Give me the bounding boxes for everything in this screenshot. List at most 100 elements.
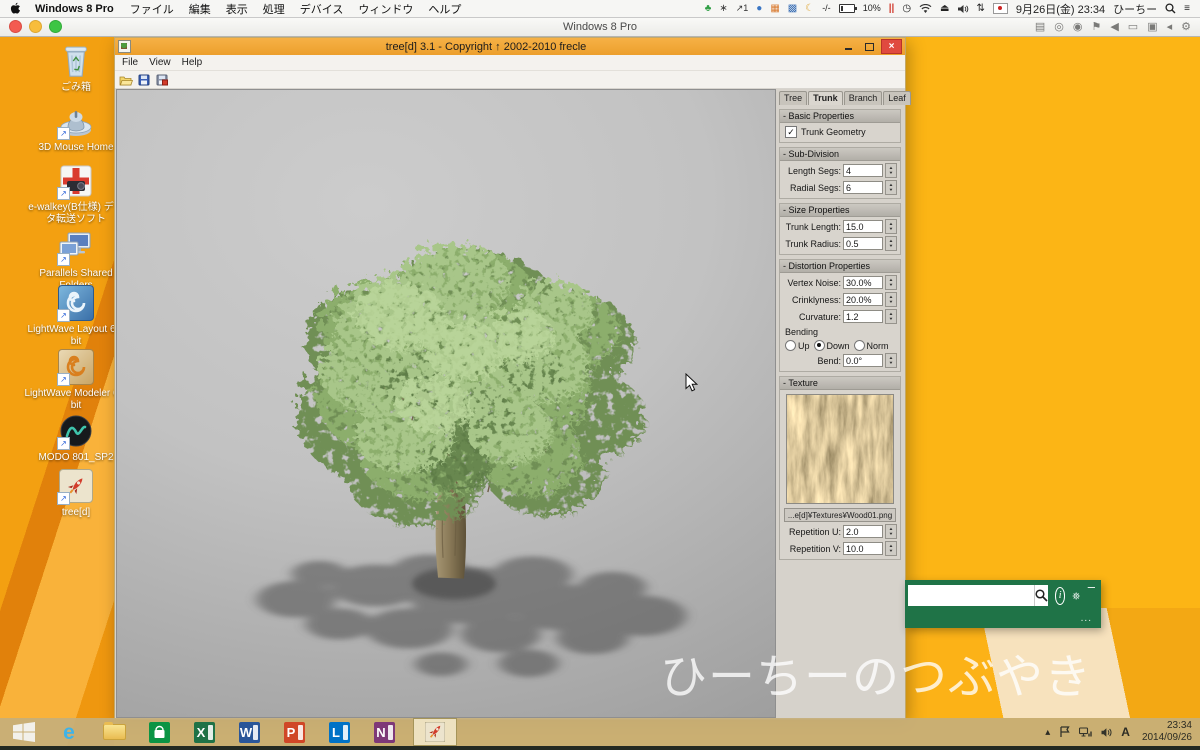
curvature-input[interactable]: 1.2 bbox=[843, 310, 883, 323]
activity-chart-icon[interactable]: ↗1 bbox=[736, 4, 749, 13]
ime-indicator[interactable]: A bbox=[1121, 725, 1130, 739]
battery-icon[interactable] bbox=[839, 4, 855, 13]
desktop-icon-3d-mouse-home[interactable]: ↗ 3D Mouse Home bbox=[24, 102, 128, 154]
desktop-icon-e-walkey[interactable]: ↗ e-walkey(B仕様) データ転送ソフト bbox=[24, 162, 128, 226]
open-file-button[interactable] bbox=[119, 73, 133, 86]
search-button[interactable] bbox=[1034, 585, 1048, 606]
length-segs-spinner[interactable]: ▲▼ bbox=[885, 163, 897, 178]
mac-menu-view[interactable]: 表示 bbox=[226, 1, 248, 17]
wifi-icon[interactable] bbox=[919, 4, 932, 14]
taskbar-excel[interactable]: X bbox=[188, 719, 220, 745]
screenshot-icon[interactable]: ▣ bbox=[1147, 20, 1157, 33]
moon-icon[interactable]: ☾ bbox=[805, 4, 814, 14]
bending-norm-radio[interactable] bbox=[854, 340, 865, 351]
back-icon[interactable]: ◂ bbox=[1167, 20, 1173, 33]
taskbar-word[interactable]: W bbox=[233, 719, 265, 745]
green-app-status-icon[interactable]: ♣ bbox=[705, 4, 712, 14]
mac-user-menu[interactable]: ひーちー bbox=[1113, 1, 1157, 17]
notification-center-icon[interactable]: ≡ bbox=[1184, 4, 1190, 14]
section-header[interactable]: - Basic Properties bbox=[780, 110, 900, 123]
trunk-radius-spinner[interactable]: ▲▼ bbox=[885, 236, 897, 251]
network-icon[interactable] bbox=[1079, 727, 1092, 738]
taskbar-treed-active[interactable] bbox=[413, 718, 457, 746]
taskbar-powerpoint[interactable]: P bbox=[278, 719, 310, 745]
spotlight-icon[interactable] bbox=[1165, 3, 1176, 14]
keyboard-icon[interactable]: ▤ bbox=[1035, 20, 1045, 33]
window-titlebar[interactable]: tree[d] 3.1 - Copyright ↑ 2002-2010 frec… bbox=[115, 38, 905, 55]
gear-icon[interactable]: ⚙ bbox=[1181, 20, 1191, 33]
mac-menu-edit[interactable]: 編集 bbox=[189, 1, 211, 17]
trunk-length-spinner[interactable]: ▲▼ bbox=[885, 219, 897, 234]
trunk-radius-input[interactable]: 0.5 bbox=[843, 237, 883, 250]
section-header[interactable]: - Size Properties bbox=[780, 204, 900, 217]
desktop-icon-parallels-shared-folders[interactable]: ↗ Parallels Shared Folders bbox=[24, 228, 128, 292]
length-segs-input[interactable]: 4 bbox=[843, 164, 883, 177]
widget-more-button[interactable]: ... bbox=[1081, 614, 1092, 624]
microphone-icon[interactable]: ◎ bbox=[1054, 20, 1064, 33]
repetition-u-input[interactable]: 2.0 bbox=[843, 525, 883, 538]
display-icon[interactable]: ▭ bbox=[1128, 20, 1138, 33]
crinklyness-input[interactable]: 20.0% bbox=[843, 293, 883, 306]
menu-help[interactable]: Help bbox=[182, 57, 203, 68]
cd-icon[interactable]: ◉ bbox=[1073, 20, 1083, 33]
mac-menu-window[interactable]: ウィンドウ bbox=[358, 1, 413, 17]
mac-menu-actions[interactable]: 処理 bbox=[263, 1, 285, 17]
blue-app-icon[interactable]: ▩ bbox=[788, 4, 797, 14]
desktop-icon-recycle-bin[interactable]: ごみ箱 bbox=[24, 42, 128, 94]
search-input[interactable] bbox=[908, 585, 1034, 606]
save-button[interactable] bbox=[137, 73, 151, 86]
repetition-v-spinner[interactable]: ▲▼ bbox=[885, 541, 897, 556]
sync-arrows-icon[interactable]: ⇅ bbox=[977, 4, 985, 14]
apple-icon[interactable] bbox=[10, 2, 21, 15]
repetition-u-spinner[interactable]: ▲▼ bbox=[885, 524, 897, 539]
curvature-spinner[interactable]: ▲▼ bbox=[885, 309, 897, 324]
desktop-icon-lightwave-modeler[interactable]: ↗ LightWave Modeler 64-bit bbox=[24, 348, 128, 412]
eject-icon[interactable]: ⏏ bbox=[940, 4, 949, 14]
taskbar-lync[interactable]: L bbox=[323, 719, 355, 745]
taskbar-ie[interactable]: e bbox=[53, 719, 85, 745]
radial-segs-spinner[interactable]: ▲▼ bbox=[885, 180, 897, 195]
mac-menu-devices[interactable]: デバイス bbox=[300, 1, 344, 17]
bending-up-radio[interactable] bbox=[785, 340, 796, 351]
taskbar-store[interactable] bbox=[143, 719, 175, 745]
taskbar-file-explorer[interactable] bbox=[98, 719, 130, 745]
volume-icon[interactable] bbox=[958, 4, 969, 14]
radial-segs-input[interactable]: 6 bbox=[843, 181, 883, 194]
bend-spinner[interactable]: ▲▼ bbox=[885, 353, 897, 368]
vertex-noise-spinner[interactable]: ▲▼ bbox=[885, 275, 897, 290]
taskbar-clock[interactable]: 23:34 2014/09/26 bbox=[1142, 720, 1192, 744]
pause-icon[interactable]: || bbox=[889, 4, 895, 14]
tab-trunk[interactable]: Trunk bbox=[808, 91, 843, 105]
action-center-flag-icon[interactable] bbox=[1059, 726, 1070, 738]
maximize-button[interactable] bbox=[860, 40, 879, 53]
minimize-button[interactable] bbox=[839, 40, 858, 53]
desktop-icon-modo[interactable]: ↗ MODO 801_SP2 bbox=[24, 412, 128, 464]
paw-status-icon[interactable]: ∗ bbox=[719, 4, 727, 14]
settings-gear-icon[interactable] bbox=[1072, 588, 1080, 604]
mac-menu-help[interactable]: ヘルプ bbox=[428, 1, 461, 17]
info-button[interactable]: i bbox=[1055, 587, 1065, 605]
bending-down-radio[interactable] bbox=[814, 340, 825, 351]
desktop-icon-lightwave-layout[interactable]: ↗ LightWave Layout 64-bit bbox=[24, 284, 128, 348]
bend-input[interactable]: 0.0° bbox=[843, 354, 883, 367]
tab-branch[interactable]: Branch bbox=[844, 91, 883, 105]
time-machine-icon[interactable]: ◷ bbox=[902, 4, 911, 14]
repetition-v-input[interactable]: 10.0 bbox=[843, 542, 883, 555]
trunk-length-input[interactable]: 15.0 bbox=[843, 220, 883, 233]
tab-leaf[interactable]: Leaf bbox=[883, 91, 911, 105]
mac-app-menu[interactable]: Windows 8 Pro bbox=[35, 3, 114, 15]
crinklyness-spinner[interactable]: ▲▼ bbox=[885, 292, 897, 307]
taskbar-onenote[interactable]: N bbox=[368, 719, 400, 745]
orange-app-icon[interactable]: ▦ bbox=[770, 4, 779, 14]
menu-file[interactable]: File bbox=[122, 57, 138, 68]
section-header[interactable]: - Sub-Division bbox=[780, 148, 900, 161]
trunk-geometry-checkbox[interactable]: ✓ bbox=[785, 126, 797, 138]
tab-tree[interactable]: Tree bbox=[779, 91, 807, 105]
desktop-icon-treed[interactable]: ↗ tree[d] bbox=[24, 467, 128, 519]
texture-preview[interactable] bbox=[786, 394, 894, 504]
volume-icon[interactable]: ◀ bbox=[1110, 20, 1118, 33]
section-header[interactable]: - Texture bbox=[780, 377, 900, 390]
flag-icon[interactable]: ⚑ bbox=[1091, 20, 1101, 33]
mac-clock[interactable]: 9月26日(金) 23:34 bbox=[1016, 1, 1105, 17]
mac-menu-file[interactable]: ファイル bbox=[130, 1, 174, 17]
